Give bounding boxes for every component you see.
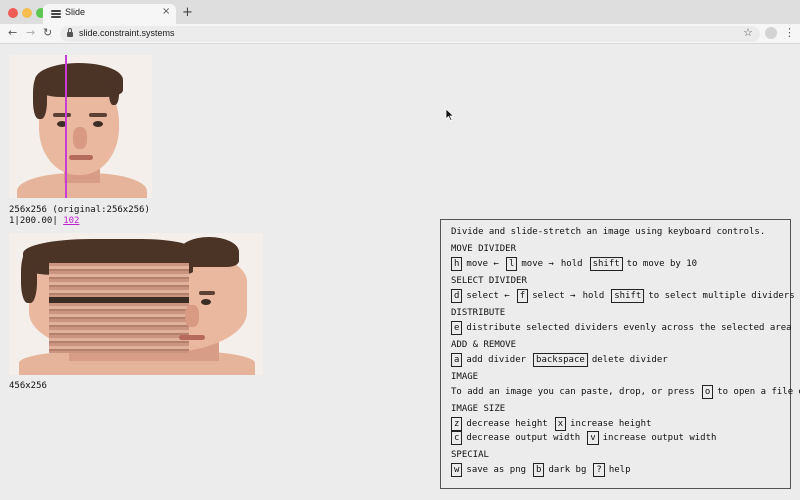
divider-line[interactable] — [65, 55, 67, 198]
key-e-desc: distribute selected dividers evenly acro… — [466, 323, 792, 333]
key-v: v — [587, 431, 599, 445]
key-f-desc: select → — [532, 291, 576, 301]
select-divider-row: d select ← f select → hold shift to sele… — [451, 289, 795, 303]
bookmark-star-icon[interactable]: ☆ — [743, 26, 753, 39]
key-d: d — [451, 289, 463, 303]
image-size-row-2: c decrease output width v increase outpu… — [451, 431, 716, 445]
image-help-text: To add an image you can paste, drop, or … — [451, 387, 695, 397]
hold-label: hold — [582, 291, 605, 301]
hold-label: hold — [560, 259, 583, 269]
forward-icon[interactable]: → — [26, 26, 35, 39]
more-menu-icon[interactable]: ⋮ — [784, 26, 795, 40]
key-question: ? — [593, 463, 605, 477]
key-b-desc: dark bg — [548, 465, 587, 475]
new-tab-button[interactable]: + — [182, 5, 193, 20]
key-c-desc: decrease output width — [466, 433, 581, 443]
key-l-desc: move → — [521, 259, 554, 269]
key-o: o — [701, 385, 714, 399]
output-size-caption: 456x256 — [9, 381, 47, 391]
image-size-row-1: z decrease height x increase height — [451, 417, 651, 431]
back-icon[interactable]: ← — [8, 26, 17, 39]
add-remove-row: a add divider backspace delete divider — [451, 353, 668, 367]
mouse-cursor-icon — [446, 109, 454, 121]
image-help-text-after: to open a file dialog. — [717, 387, 800, 397]
browser-toolbar: ← → ↻ slide.constraint.systems ☆ — [0, 24, 800, 44]
output-image — [9, 233, 263, 375]
help-panel: Divide and slide-stretch an image using … — [440, 219, 800, 489]
key-shift-desc: to move by 10 — [626, 259, 698, 269]
key-w-desc: save as png — [466, 465, 527, 475]
key-f: f — [516, 289, 529, 303]
key-shift: shift — [611, 289, 645, 303]
key-z-desc: decrease height — [466, 419, 548, 429]
key-x-desc: increase height — [570, 419, 652, 429]
divider-status-text: 1|200.00| — [9, 216, 58, 226]
key-backspace-desc: delete divider — [591, 355, 668, 365]
key-backspace: backspace — [533, 353, 588, 367]
menu-icon — [51, 10, 61, 18]
key-shift: shift — [589, 257, 623, 271]
lock-icon — [67, 28, 73, 37]
original-size-caption: 256x256 (original:256x256) — [9, 205, 150, 215]
browser-tab[interactable]: Slide × — [43, 4, 176, 24]
key-c: c — [451, 431, 463, 445]
minimize-window-button[interactable] — [22, 8, 32, 18]
profile-avatar[interactable] — [765, 27, 777, 39]
image-row: To add an image you can paste, drop, or … — [451, 385, 800, 399]
key-h-desc: move ← — [466, 259, 499, 269]
key-shift-desc: to select multiple dividers — [648, 291, 795, 301]
section-title-image-size: IMAGE SIZE — [451, 404, 506, 414]
key-w: w — [451, 463, 463, 477]
source-image[interactable] — [9, 55, 152, 198]
reload-icon[interactable]: ↻ — [43, 26, 52, 39]
key-z: z — [451, 417, 463, 431]
section-title-add-remove: ADD & REMOVE — [451, 340, 517, 350]
key-e: e — [451, 321, 463, 335]
tab-title: Slide — [65, 7, 86, 17]
tab-close-icon[interactable]: × — [162, 6, 170, 17]
address-bar[interactable]: slide.constraint.systems ☆ — [60, 26, 760, 42]
special-row: w save as png b dark bg ? help — [451, 463, 631, 477]
key-x: x — [554, 417, 567, 431]
key-a: a — [451, 353, 463, 367]
section-title-image: IMAGE — [451, 372, 479, 382]
divider-status-link[interactable]: 102 — [63, 216, 79, 226]
url-text: slide.constraint.systems — [79, 28, 175, 38]
section-title-distribute: DISTRIBUTE — [451, 308, 506, 318]
distribute-row: e distribute selected dividers evenly ac… — [451, 321, 792, 335]
key-a-desc: add divider — [466, 355, 527, 365]
key-h: h — [451, 257, 463, 271]
help-intro: Divide and slide-stretch an image using … — [451, 227, 766, 237]
key-question-desc: help — [608, 465, 631, 475]
close-window-button[interactable] — [8, 8, 18, 18]
key-l: l — [505, 257, 518, 271]
browser-titlebar: Slide × + — [0, 0, 800, 24]
key-d-desc: select ← — [466, 291, 510, 301]
key-v-desc: increase output width — [602, 433, 717, 443]
section-title-special: SPECIAL — [451, 450, 489, 460]
move-divider-row: h move ← l move → hold shift to move by … — [451, 257, 697, 271]
divider-status: 1|200.00| 102 — [9, 216, 79, 226]
stretched-band — [49, 263, 189, 353]
section-title-move-divider: MOVE DIVIDER — [451, 244, 517, 254]
key-b: b — [533, 463, 545, 477]
section-title-select-divider: SELECT DIVIDER — [451, 276, 527, 286]
